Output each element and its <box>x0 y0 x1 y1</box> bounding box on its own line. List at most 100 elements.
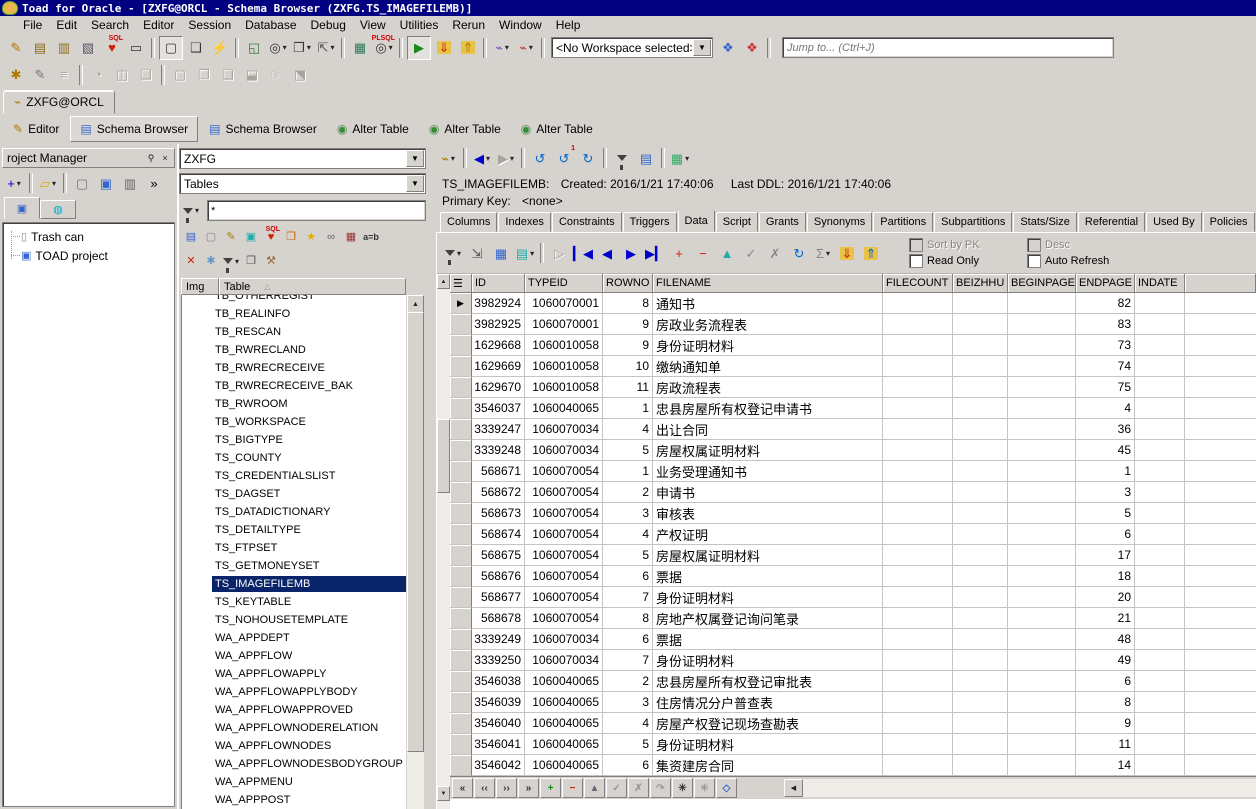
refresh-list-icon[interactable]: ↻ <box>577 147 599 169</box>
menu-item-edit[interactable]: Edit <box>49 17 84 33</box>
window-tab-editor[interactable]: ✎Editor <box>4 117 68 141</box>
schema-combobox[interactable]: ZXFG ▼ <box>179 148 426 169</box>
filter-funnel-icon[interactable]: ▾ <box>222 252 240 270</box>
truncate-icon[interactable]: ✱ <box>202 252 220 270</box>
grid-cell[interactable] <box>953 377 1008 398</box>
table-list-scrollbar[interactable]: ▲ <box>407 295 424 809</box>
grid-cell[interactable]: 票据 <box>653 566 883 587</box>
grid-horizontal-scrollbar[interactable]: ◀ <box>784 779 1256 797</box>
grid-cell[interactable]: 房屋产权登记现场查勘表 <box>653 713 883 734</box>
connection-icon[interactable]: ⌁▾ <box>437 147 459 169</box>
nav-cancel-icon[interactable]: ✗ <box>628 778 649 798</box>
grid-cell[interactable] <box>1008 419 1076 440</box>
nav-filter-icon[interactable]: ◇ <box>716 778 737 798</box>
rebuild-table-icon[interactable]: ⚒ <box>262 252 280 270</box>
grid-cell[interactable]: 568671 <box>472 461 525 482</box>
table-list-item-ts-credentialslist[interactable]: TS_CREDENTIALSLIST <box>182 467 406 485</box>
scrollbar-thumb[interactable] <box>407 312 424 752</box>
grid-cell[interactable]: 1629670 <box>472 377 525 398</box>
table-row[interactable]: 354604210600400656集资建房合同14 <box>450 755 1256 776</box>
grid-header-typeid[interactable]: TYPEID <box>525 274 603 293</box>
scroll-up-icon[interactable]: ▲ <box>407 295 424 313</box>
grid-cell[interactable]: 1060070001 <box>525 293 603 314</box>
grid-cell[interactable]: 票据 <box>653 629 883 650</box>
compare-schemas-icon[interactable]: ◱ <box>243 37 265 59</box>
grid-cell[interactable] <box>1008 713 1076 734</box>
window-tab-schema-browser[interactable]: ▤Schema Browser <box>200 117 326 141</box>
window-tab-alter-table[interactable]: ◉Alter Table <box>328 117 418 141</box>
grid-cell[interactable] <box>953 293 1008 314</box>
nav-post-icon[interactable]: ✓ <box>606 778 627 798</box>
grid-cell[interactable]: 1629669 <box>472 356 525 377</box>
grid-cell[interactable]: 1060070034 <box>525 650 603 671</box>
menu-item-help[interactable]: Help <box>549 17 588 33</box>
table-list-item-wa-appflow[interactable]: WA_APPFLOW <box>182 647 406 665</box>
save-workspace-icon[interactable]: ❖ <box>717 37 739 59</box>
table-list-item-ts-dagset[interactable]: TS_DAGSET <box>182 485 406 503</box>
grid-cell[interactable] <box>953 671 1008 692</box>
table-row[interactable]: 56867510600700545房屋权属证明材料17 <box>450 545 1256 566</box>
describe-objects-icon[interactable]: ▭ <box>125 37 147 59</box>
grid-cell[interactable] <box>1008 566 1076 587</box>
table-list-item-ts-getmoneyset[interactable]: TS_GETMONEYSET <box>182 557 406 575</box>
grid-cell[interactable]: 1060040065 <box>525 734 603 755</box>
grid-cell[interactable] <box>883 650 953 671</box>
connection-tab-zxfg-orcl[interactable]: ⌁ ZXFG@ORCL <box>3 90 115 114</box>
grid-cell[interactable]: 1060070054 <box>525 566 603 587</box>
grid-cell[interactable] <box>953 650 1008 671</box>
row-selector[interactable] <box>450 566 472 587</box>
table-list-item-ts-keytable[interactable]: TS_KEYTABLE <box>182 593 406 611</box>
grid-cell[interactable]: 1060040065 <box>525 398 603 419</box>
grid-header-indate[interactable]: INDATE <box>1135 274 1185 293</box>
column-header-img[interactable]: Img <box>181 278 219 295</box>
grid-cell[interactable] <box>953 398 1008 419</box>
grid-cell[interactable]: 房政流程表 <box>653 377 883 398</box>
table-list-item-wa-appflowapproved[interactable]: WA_APPFLOWAPPROVED <box>182 701 406 719</box>
grid-cell[interactable]: 17 <box>1076 545 1135 566</box>
grid-cell[interactable] <box>953 692 1008 713</box>
grid-cell[interactable] <box>1008 755 1076 776</box>
plsql-debugger-icon[interactable]: ◎PLSQL▾ <box>373 37 395 59</box>
browser-details-icon[interactable]: ▤ <box>635 147 657 169</box>
row-selector[interactable] <box>450 419 472 440</box>
grid-cell[interactable]: 568674 <box>472 524 525 545</box>
options-icon[interactable]: ✱ <box>5 64 27 86</box>
grid-cell[interactable] <box>883 461 953 482</box>
jump-to-input[interactable] <box>783 38 1113 57</box>
row-selector[interactable] <box>450 671 472 692</box>
grid-cell[interactable] <box>883 398 953 419</box>
grid-cell[interactable] <box>953 356 1008 377</box>
tab-partitions[interactable]: Partitions <box>873 212 933 232</box>
schema-browser-icon[interactable]: ▤ <box>29 37 51 59</box>
grid-cell[interactable]: 1060070034 <box>525 419 603 440</box>
grid-cell[interactable]: 568672 <box>472 482 525 503</box>
row-selector[interactable] <box>450 524 472 545</box>
row-selector[interactable]: ▶ <box>450 293 472 314</box>
grid-header-rowno[interactable]: ROWNO <box>603 274 653 293</box>
grid-cell[interactable] <box>1135 314 1185 335</box>
table-row[interactable]: 333924910600700346票据48 <box>450 629 1256 650</box>
grid-cell[interactable]: 审核表 <box>653 503 883 524</box>
drop-table-icon[interactable]: ✕ <box>182 252 200 270</box>
grid-cell[interactable]: 7 <box>603 650 653 671</box>
nav-insert-icon[interactable]: + <box>540 778 561 798</box>
table-row[interactable]: 333924710600700344出让合同36 <box>450 419 1256 440</box>
grid-cell[interactable] <box>1135 587 1185 608</box>
grid-cell[interactable] <box>953 608 1008 629</box>
grid-cell[interactable]: 6 <box>1076 671 1135 692</box>
row-selector[interactable] <box>450 503 472 524</box>
grid-cell[interactable] <box>1008 377 1076 398</box>
table-row[interactable]: 354603910600400653住房情况分户普查表8 <box>450 692 1256 713</box>
grid-cell[interactable]: 83 <box>1076 314 1135 335</box>
grid-cell[interactable]: 1060070054 <box>525 608 603 629</box>
grid-cell[interactable] <box>883 734 953 755</box>
grid-cell[interactable]: 1060070054 <box>525 524 603 545</box>
grid-cell[interactable]: 74 <box>1076 356 1135 377</box>
row-selector[interactable] <box>450 713 472 734</box>
team-coding-icon[interactable]: ▦ <box>349 37 371 59</box>
grid-cell[interactable]: 1060040065 <box>525 692 603 713</box>
insert-record-icon[interactable]: + <box>668 242 690 264</box>
row-selector[interactable] <box>450 377 472 398</box>
tab-subpartitions[interactable]: Subpartitions <box>934 212 1012 232</box>
grid-cell[interactable]: 1060040065 <box>525 671 603 692</box>
